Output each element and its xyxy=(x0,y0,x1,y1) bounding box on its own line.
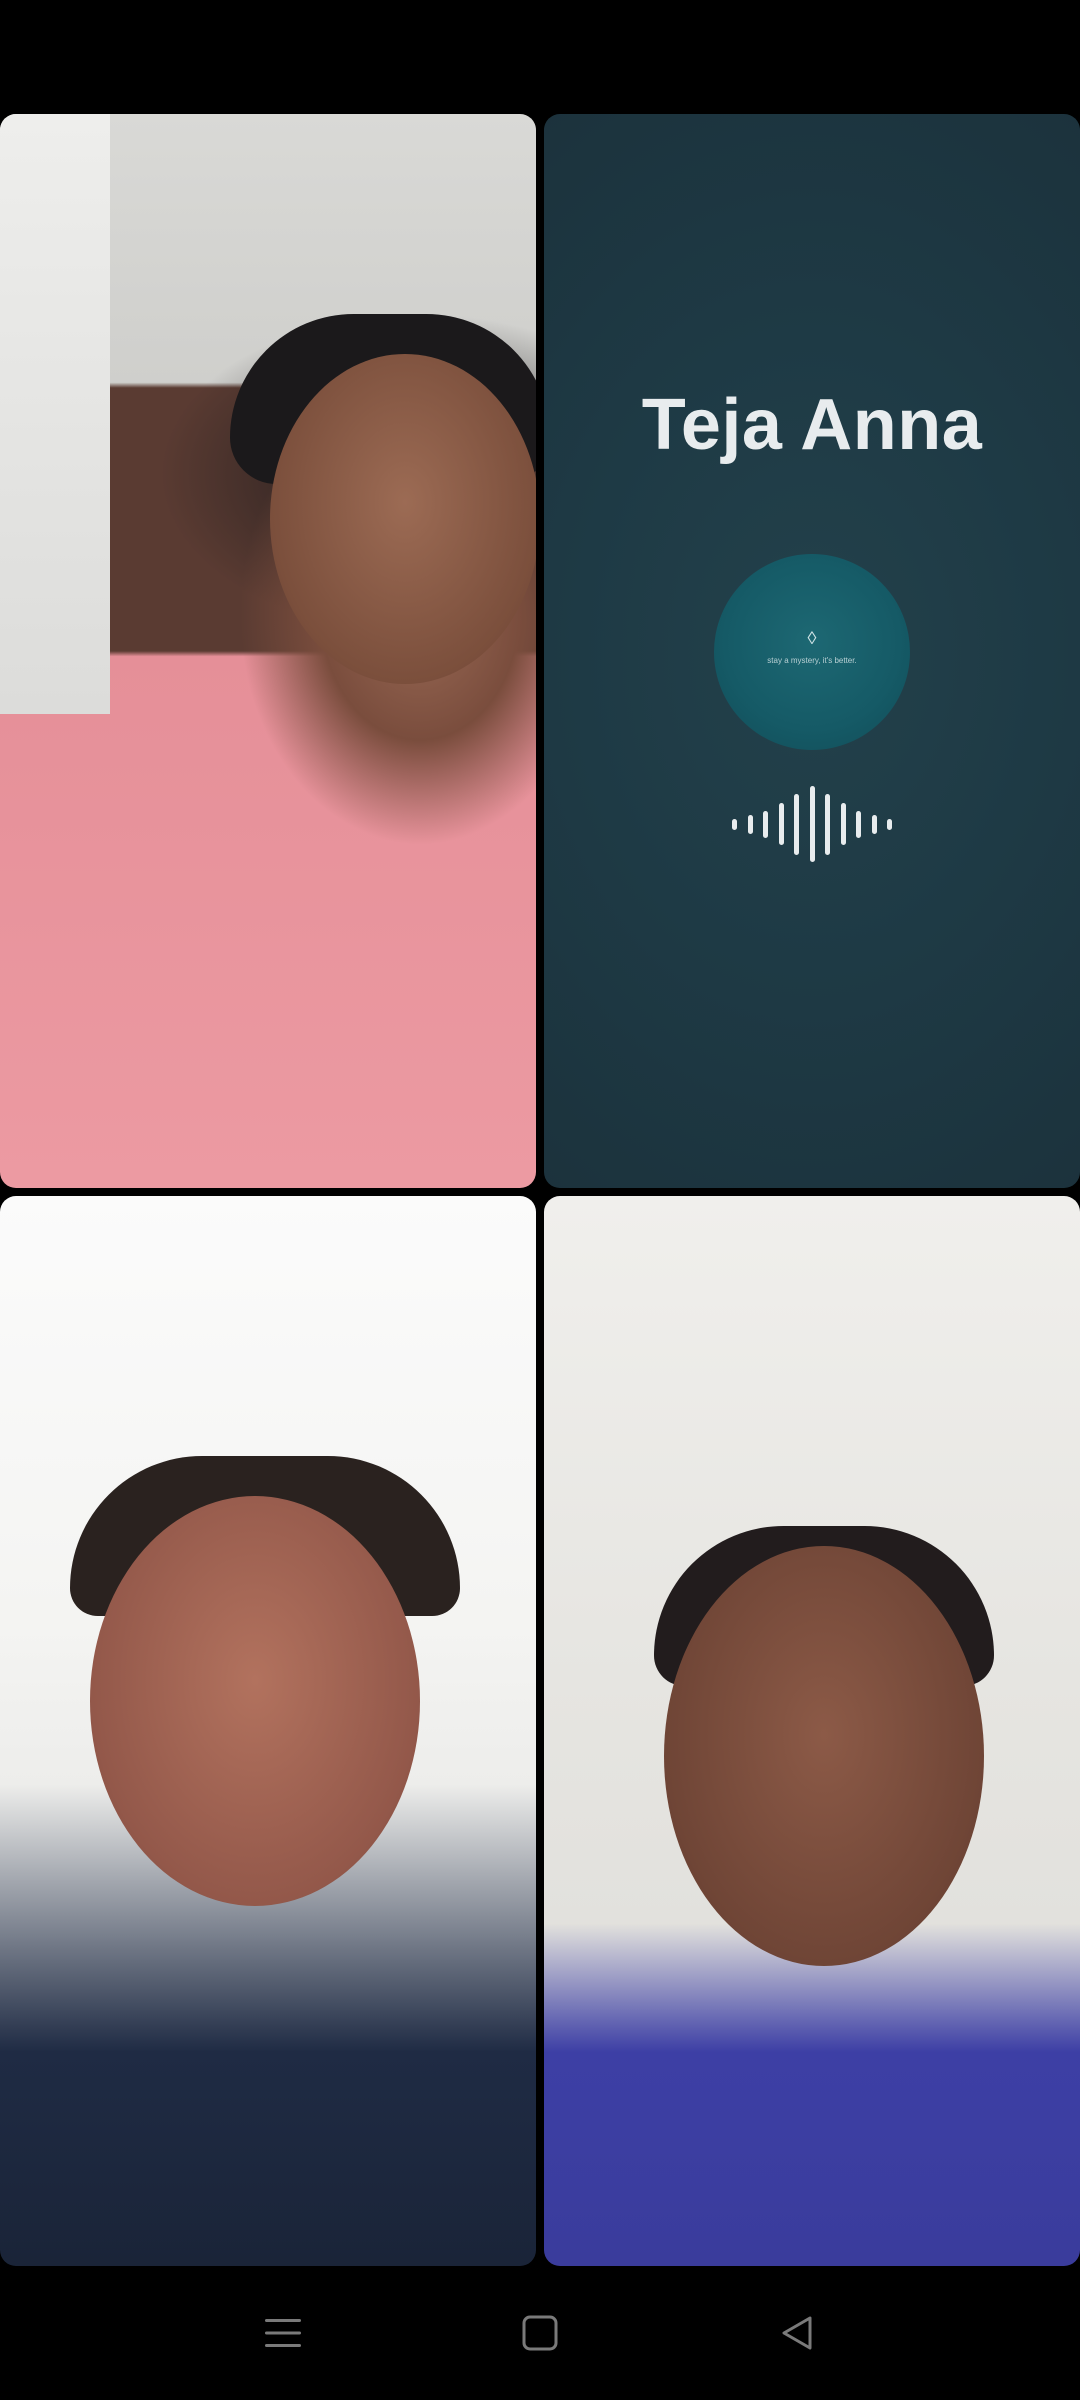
participant-tile-4[interactable] xyxy=(544,1196,1080,2266)
avatar-symbol-icon: ◊ xyxy=(807,628,817,648)
participant-tile-3[interactable] xyxy=(0,1196,536,2266)
square-home-icon xyxy=(522,2315,558,2351)
audio-level-bar xyxy=(778,803,784,845)
audio-level-bar xyxy=(747,814,753,834)
audio-level-bar xyxy=(763,810,768,838)
participant-video-feed xyxy=(0,114,536,1188)
audio-level-bar xyxy=(794,793,799,855)
audio-level-bar xyxy=(732,818,737,830)
triangle-back-icon xyxy=(782,2316,812,2350)
video-subject-face xyxy=(270,354,536,684)
back-button[interactable] xyxy=(762,2298,832,2368)
participant-tile-2[interactable]: Teja Anna ◊ stay a mystery, it's better. xyxy=(544,114,1080,1188)
participant-video-feed xyxy=(0,1196,536,2266)
participant-video-feed xyxy=(544,1196,1080,2266)
avatar-caption: stay a mystery, it's better. xyxy=(767,656,857,665)
audio-level-bar xyxy=(856,810,861,838)
home-button[interactable] xyxy=(505,2298,575,2368)
audio-level-bar xyxy=(840,803,846,845)
participant-tile-1[interactable] xyxy=(0,114,536,1188)
system-navigation-bar xyxy=(0,2266,1080,2400)
avatar: ◊ stay a mystery, it's better. xyxy=(714,554,910,750)
status-bar xyxy=(0,0,1080,112)
audio-level-bar xyxy=(825,793,830,855)
audio-only-tile: Teja Anna ◊ stay a mystery, it's better. xyxy=(544,114,1080,1188)
menu-lines-icon xyxy=(265,2319,301,2347)
audio-level-bar xyxy=(871,814,877,834)
participant-name: Teja Anna xyxy=(641,385,983,465)
video-subject-face xyxy=(90,1496,420,1906)
video-subject-face xyxy=(664,1546,984,1966)
audio-level-icon xyxy=(732,784,892,864)
audio-level-bar xyxy=(887,818,892,830)
audio-level-bar xyxy=(809,786,815,862)
recent-apps-button[interactable] xyxy=(248,2298,318,2368)
video-call-screen: Teja Anna ◊ stay a mystery, it's better. xyxy=(0,0,1080,2400)
